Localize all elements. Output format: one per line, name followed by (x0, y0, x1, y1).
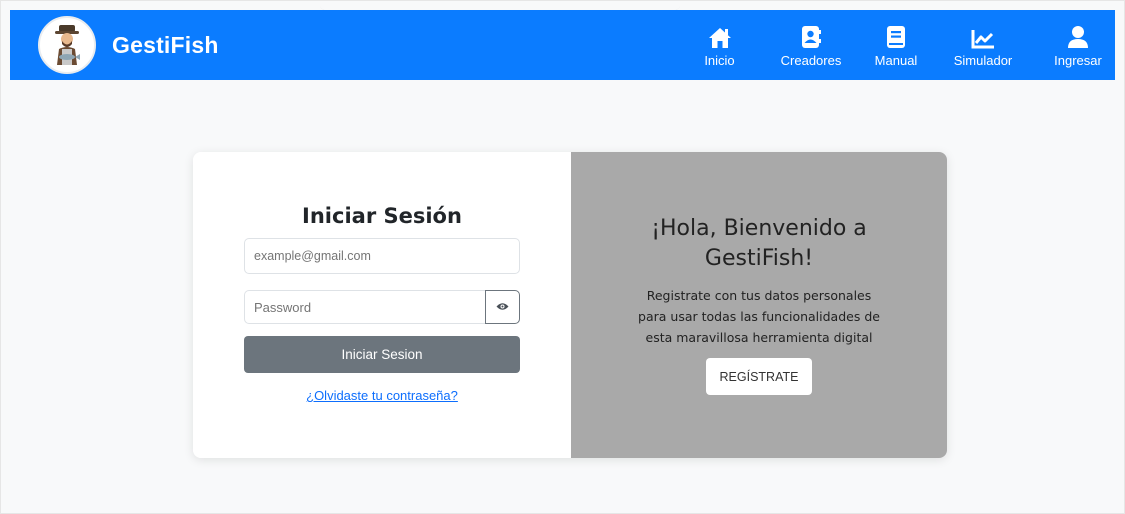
nav-label-simulador: Simulador (953, 52, 1013, 68)
eye-icon (496, 298, 509, 316)
password-input[interactable] (244, 290, 485, 324)
chart-line-icon (971, 23, 995, 49)
forgot-password-link[interactable]: ¿Olvidaste tu contraseña? (193, 388, 571, 403)
welcome-title-line-1: ¡Hola, Bienvenido a (651, 216, 867, 241)
home-icon (708, 23, 732, 49)
welcome-title-line-2: GestiFish! (704, 246, 814, 271)
address-book-icon (801, 23, 821, 49)
nav-label-ingresar: Ingresar (1054, 52, 1102, 68)
welcome-text: Registrate con tus datos personales para… (571, 285, 947, 348)
nav-label-manual: Manual (874, 52, 918, 68)
welcome-panel: ¡Hola, Bienvenido a GestiFish! Registrat… (571, 152, 947, 458)
brand-name: GestiFish (112, 31, 219, 58)
login-card: Iniciar Sesión Iniciar Sesion ¿Olvidaste… (193, 152, 947, 458)
nav-label-creadores: Creadores (780, 52, 842, 68)
nav-item-inicio[interactable]: Inicio (689, 10, 750, 80)
navbar: GestiFish Inicio Creadores Manual Simula… (10, 10, 1115, 80)
login-submit-button[interactable]: Iniciar Sesion (244, 336, 520, 373)
fisherman-logo-icon (38, 16, 96, 74)
nav-item-ingresar[interactable]: Ingresar (1048, 10, 1108, 80)
register-button[interactable]: REGÍSTRATE (706, 358, 812, 395)
welcome-text-line-3: esta maravillosa herramienta digital (645, 330, 873, 345)
show-password-button[interactable] (485, 290, 520, 324)
book-icon (886, 23, 906, 49)
password-group (244, 290, 520, 324)
login-panel: Iniciar Sesión Iniciar Sesion ¿Olvidaste… (193, 152, 571, 458)
nav-label-inicio: Inicio (704, 52, 735, 68)
email-input[interactable] (244, 238, 520, 274)
welcome-text-line-1: Registrate con tus datos personales (646, 288, 872, 303)
nav-item-creadores[interactable]: Creadores (776, 10, 846, 80)
nav-menu: Inicio Creadores Manual Simulador Ingres… (689, 10, 1115, 80)
brand[interactable]: GestiFish (38, 16, 219, 74)
nav-item-manual[interactable]: Manual (870, 10, 922, 80)
nav-item-simulador[interactable]: Simulador (948, 10, 1018, 80)
welcome-title: ¡Hola, Bienvenido a GestiFish! (571, 214, 947, 274)
login-title: Iniciar Sesión (302, 204, 462, 228)
user-icon (1067, 23, 1089, 49)
welcome-text-line-2: para usar todas las funcionalidades de (638, 309, 880, 324)
